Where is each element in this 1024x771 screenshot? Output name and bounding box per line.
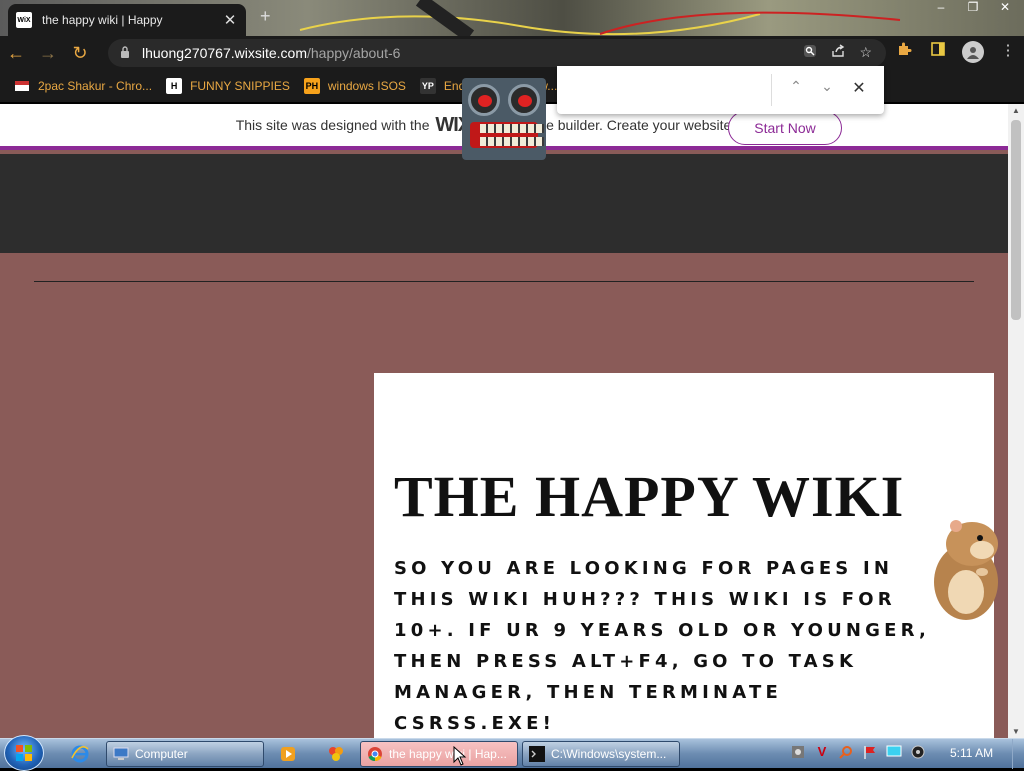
display-icon[interactable] [886,744,902,763]
browser-titlebar: WiX the happy wiki | Happy ✕ + – ❐ ✕ [0,0,1024,36]
ie-icon[interactable] [60,742,100,766]
bookmark-label: windows ISOS [327,79,406,93]
url-path: /happy/about-6 [307,45,401,61]
start-button[interactable] [4,735,44,771]
find-separator [771,74,772,106]
mouse-cursor-icon [453,746,467,766]
volume-icon[interactable] [910,744,926,763]
wix-favicon-icon: WiX [16,12,32,28]
bookmark-label: FUNNY SNIPPIES [190,79,290,93]
h-icon: H [166,78,183,94]
bookmark-2pac[interactable]: 2pac Shakur - Chro... [14,78,152,94]
find-bar: ⌃ ⌄ ✕ [557,66,884,114]
browser-toolbar: ← → ↻ lhuong270767.wixsite.com/happy/abo… [0,36,1024,70]
extensions-icon[interactable] [894,41,914,63]
restore-button[interactable]: ❐ [962,0,984,14]
window-close-button[interactable]: ✕ [994,0,1016,14]
page-title: THE HAPPY WIKI [394,464,905,529]
banner-text-before: This site was designed with the [235,117,430,133]
taskbar-item-label: C:\Windows\system... [551,747,667,761]
tab-close-icon[interactable]: ✕ [222,11,238,29]
scroll-down-icon[interactable]: ▼ [1008,727,1024,736]
share-icon[interactable] [831,44,845,61]
bookmark-label: 2pac Shakur - Chro... [38,79,153,93]
new-tab-button[interactable]: + [260,6,271,27]
reload-button[interactable]: ↻ [64,37,96,69]
taskbar-clock[interactable]: 5:11 AM [950,746,993,760]
system-tray: V [790,744,926,763]
lock-icon[interactable] [120,45,134,61]
intro-text: So you are looking for pages in this wik… [394,558,931,734]
tray-v-icon[interactable]: V [814,744,830,763]
site-header [0,154,1008,253]
taskbar-chrome[interactable]: the happy wiki | Hap... [360,741,518,767]
action-center-flag-icon[interactable] [862,744,878,763]
omnibox-actions: ☆ [803,44,872,61]
profile-avatar-icon[interactable] [962,41,984,63]
ph-icon: PH [303,78,320,94]
find-in-page-icon[interactable] [803,44,817,61]
forward-button[interactable]: → [32,37,64,69]
start-now-button[interactable]: Start Now [728,111,842,145]
back-button[interactable]: ← [0,37,32,69]
bookmark-favicon-icon [14,78,30,94]
windows-logo-icon [16,745,32,761]
windows-taskbar: Computer the happy wiki | Hap... C:\Wind… [0,735,1024,771]
address-bar[interactable]: lhuong270767.wixsite.com/happy/about-6 ☆ [108,39,886,67]
tray-search-icon[interactable] [838,744,854,763]
right-eye-icon [508,84,540,116]
browser-menu-icon[interactable]: ⋮ [998,41,1018,63]
tray-app-icon[interactable] [790,744,806,763]
taskbar-item-label: the happy wiki | Hap... [389,747,507,761]
browser-tab[interactable]: WiX the happy wiki | Happy ✕ [8,4,246,36]
toolbar-right: ⋮ [894,41,1018,63]
left-eye-icon [468,84,500,116]
side-panel-icon[interactable] [928,41,948,63]
window-controls: – ❐ ✕ [930,0,1016,14]
chrome-icon [367,746,383,762]
tab-title: the happy wiki | Happy [42,13,163,27]
show-desktop-button[interactable] [1012,739,1024,769]
yp-icon: YP [419,78,436,94]
bookmark-funny-snippies[interactable]: H FUNNY SNIPPIES [166,78,290,94]
taskbar-cmd[interactable]: C:\Windows\system... [522,741,680,767]
computer-icon [113,746,129,762]
bookmark-star-icon[interactable]: ☆ [859,44,872,61]
cmd-icon [529,746,545,762]
app-icon[interactable] [316,742,356,766]
content-card: THE HAPPY WIKI So you are looking for pa… [374,373,994,738]
minimize-button[interactable]: – [930,0,952,14]
scroll-up-icon[interactable]: ▲ [1008,106,1024,115]
taskbar-computer[interactable]: Computer [106,741,264,767]
find-close-button[interactable]: ✕ [848,78,870,98]
find-input[interactable] [567,76,767,104]
media-player-icon[interactable] [268,742,308,766]
mouth-icon [470,122,544,148]
page-scrollbar[interactable]: ▲ ▼ [1008,104,1024,738]
header-divider [34,281,974,282]
taskbar-item-label: Computer [135,747,188,761]
hamster-sticker-icon [934,520,998,620]
url-host: lhuong270767.wixsite.com [142,45,307,61]
bookmark-windows-isos[interactable]: PH windows ISOS [303,78,406,94]
find-previous-button[interactable]: ⌃ [785,78,807,95]
site-logo-face-icon[interactable] [462,78,546,160]
find-next-button[interactable]: ⌄ [816,78,838,95]
scrollbar-thumb[interactable] [1011,120,1021,320]
web-page: This site was designed with the WIX .com … [0,104,1008,738]
